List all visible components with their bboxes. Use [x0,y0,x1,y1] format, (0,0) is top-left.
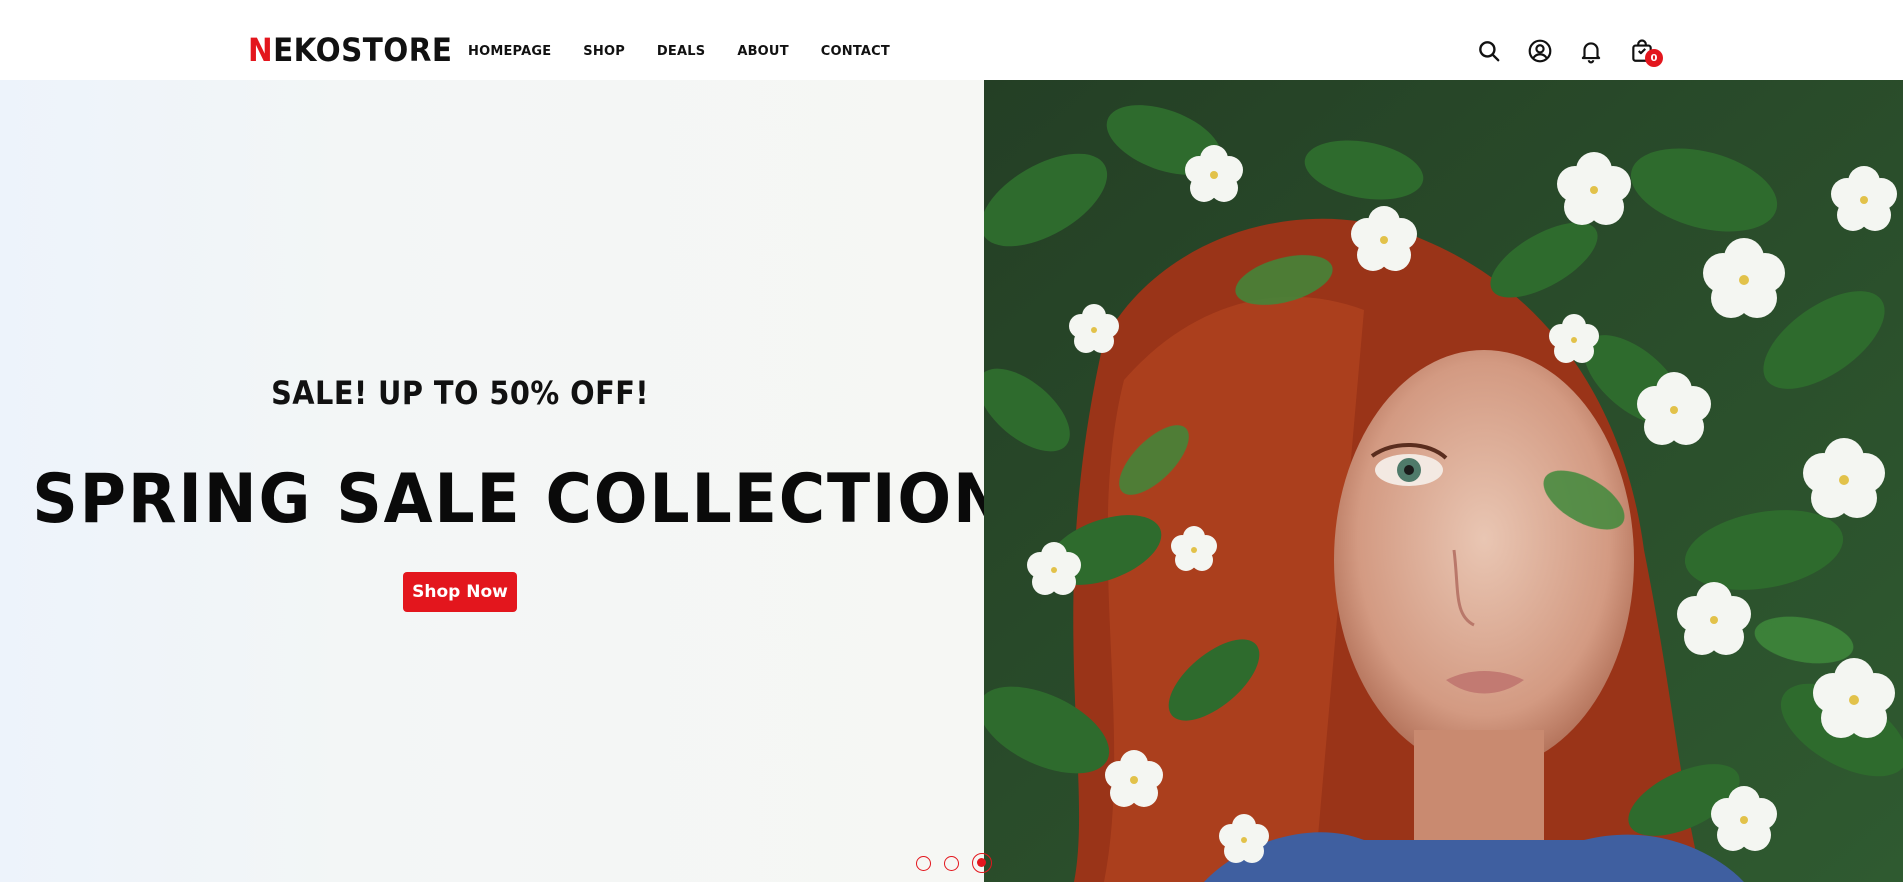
user-icon [1528,39,1552,63]
hero-image [984,80,1903,882]
cart-count-badge: 0 [1645,49,1663,67]
hero-title: SPRING SALE COLLECTIONS [32,460,1056,539]
hero-photo-illustration [984,80,1903,882]
shop-now-button[interactable]: Shop Now [403,572,517,612]
nav-item-homepage[interactable]: HOMEPAGE [468,42,551,62]
main-nav: HOMEPAGE SHOP DEALS ABOUT CONTACT [468,42,922,62]
account-button[interactable] [1525,36,1555,66]
slider-dots [916,853,1005,873]
header-icons: 0 [1474,36,1678,67]
nav-item-about[interactable]: ABOUT [737,42,788,62]
slider-dot-2[interactable] [944,855,959,871]
logo[interactable]: NEKOSTORE [248,30,452,70]
search-button[interactable] [1474,36,1504,66]
nav-item-deals[interactable]: DEALS [657,42,705,62]
nav-item-contact[interactable]: CONTACT [821,42,890,62]
hero-subtitle: SALE! UP TO 50% OFF! [271,374,649,412]
slider-dot-1[interactable] [916,855,931,871]
search-icon [1479,41,1500,62]
notifications-button[interactable] [1576,36,1606,66]
hero-text-panel: SALE! UP TO 50% OFF! SPRING SALE COLLECT… [0,80,1056,882]
cart-button[interactable]: 0 [1627,36,1663,67]
hero-slider: SALE! UP TO 50% OFF! SPRING SALE COLLECT… [0,80,1903,882]
bell-icon [1581,42,1601,64]
nav-item-shop[interactable]: SHOP [583,42,625,62]
site-header: NEKOSTORE HOMEPAGE SHOP DEALS ABOUT CONT… [0,0,1903,80]
slider-dot-3-active[interactable] [972,853,992,873]
